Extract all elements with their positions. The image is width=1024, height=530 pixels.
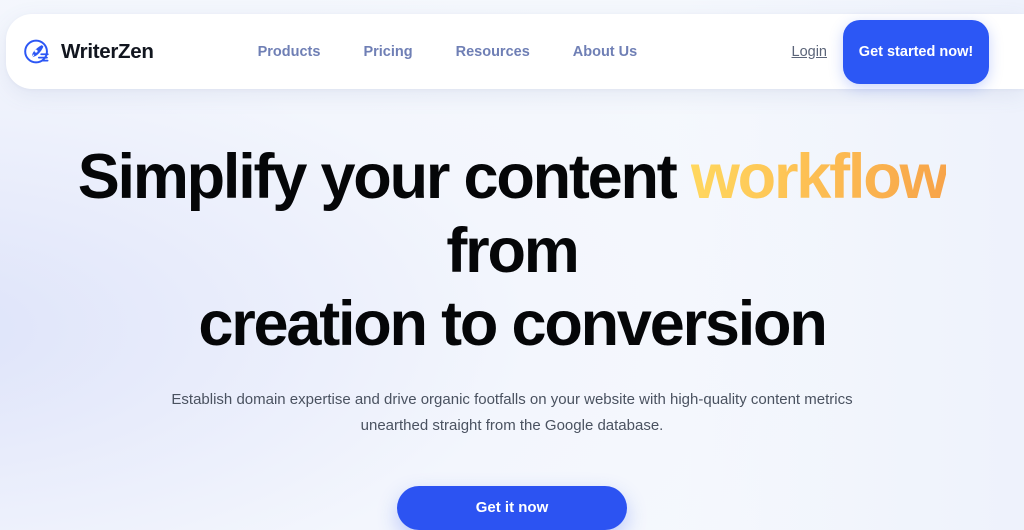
top-navigation-bar: WriterZen Products Pricing Resources Abo… (6, 14, 1024, 89)
brand-logo[interactable]: WriterZen (22, 37, 154, 67)
get-started-button[interactable]: Get started now! (843, 19, 989, 84)
hero-subtitle: Establish domain expertise and drive org… (140, 387, 885, 440)
nav-item-pricing[interactable]: Pricing (363, 44, 412, 60)
headline-accent-word: workflow (690, 142, 949, 212)
subtitle-line-two: unearthed straight from the Google datab… (360, 417, 664, 435)
login-link[interactable]: Login (776, 44, 843, 60)
headline-text-before: Simplify your content (77, 142, 691, 212)
page-background: WriterZen Products Pricing Resources Abo… (0, 0, 1024, 530)
primary-nav-links: Products Pricing Resources About Us (258, 44, 638, 60)
hero-section: Simplify your content workflow from crea… (0, 89, 1024, 530)
nav-item-about-us[interactable]: About Us (573, 44, 637, 60)
nav-item-resources[interactable]: Resources (456, 44, 530, 60)
hero-headline: Simplify your content workflow from crea… (32, 141, 992, 362)
headline-line-two: creation to conversion (198, 289, 827, 360)
pen-nib-circle-icon (22, 37, 52, 67)
nav-item-products[interactable]: Products (258, 44, 321, 60)
subtitle-line-one: Establish domain expertise and drive org… (171, 391, 853, 409)
get-it-now-button[interactable]: Get it now (397, 485, 627, 530)
headline-text-after: from (446, 215, 579, 286)
nav-actions: Login Get started now! (776, 19, 1024, 84)
brand-name: WriterZen (61, 39, 154, 63)
